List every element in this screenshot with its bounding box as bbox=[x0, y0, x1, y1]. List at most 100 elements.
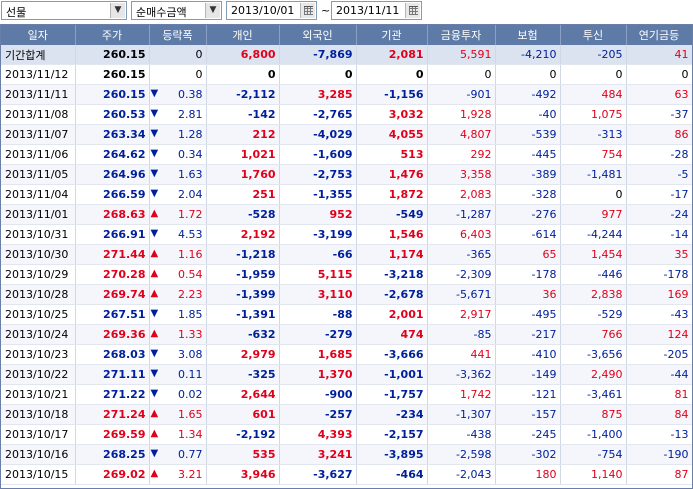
row-ins: -492 bbox=[495, 84, 561, 105]
table-row[interactable]: 2013/11/01 268.63 ▲ 1.72 -528 952 -549 -1,287 -2… bbox=[1, 204, 692, 225]
column-header[interactable]: 기관 bbox=[356, 25, 428, 45]
table-row[interactable]: 2013/11/04 266.59 ▼ 2.04 251 -1,355 1,872 2,083… bbox=[1, 184, 692, 205]
table-row[interactable]: 2013/10/25 267.51 ▼ 1.85 -1,391 -88 2,001 2,917… bbox=[1, 304, 692, 325]
row-date: 기간합계 bbox=[1, 45, 76, 65]
triangle-up-icon: ▲ bbox=[150, 268, 159, 279]
table-row[interactable]: 2013/11/08 260.53 ▼ 2.81 -142 -2,765 3,032 1,92… bbox=[1, 104, 692, 125]
table-row[interactable]: 2013/11/06 264.62 ▼ 0.34 1,021 -1,609 513 292 -4… bbox=[1, 144, 692, 165]
triangle-down-icon: ▼ bbox=[150, 448, 159, 459]
row-gaein: -632 bbox=[206, 324, 280, 345]
triangle-down-icon: ▼ bbox=[150, 148, 159, 159]
row-change: ▲ 3.21 bbox=[149, 464, 207, 485]
calendar-icon[interactable] bbox=[405, 3, 420, 18]
row-fin: -1,307 bbox=[427, 404, 496, 425]
table-row[interactable]: 2013/10/31 266.91 ▼ 4.53 2,192 -3,199 1,546 6,4… bbox=[1, 224, 692, 245]
row-inst: -3,666 bbox=[356, 344, 428, 365]
row-inst: 1,476 bbox=[356, 164, 428, 185]
row-change-value: 2.81 bbox=[178, 108, 203, 121]
row-trust: 2,490 bbox=[560, 364, 627, 385]
chevron-down-icon[interactable]: ▼ bbox=[110, 3, 125, 18]
row-foreign: -279 bbox=[279, 324, 357, 345]
row-pension: -17 bbox=[626, 184, 692, 205]
column-header[interactable]: 개인 bbox=[206, 25, 280, 45]
row-gaein: -325 bbox=[206, 364, 280, 385]
row-pension: -43 bbox=[626, 304, 692, 325]
table-row[interactable]: 2013/11/05 264.96 ▼ 1.63 1,760 -2,753 1,476 3,3… bbox=[1, 164, 692, 185]
row-change: ▲ 2.23 bbox=[149, 284, 207, 305]
column-header[interactable]: 보험 bbox=[495, 25, 561, 45]
row-fin: -1,287 bbox=[427, 204, 496, 225]
row-inst: -549 bbox=[356, 204, 428, 225]
row-gaein: -1,391 bbox=[206, 304, 280, 325]
row-inst: 1,872 bbox=[356, 184, 428, 205]
column-header[interactable]: 등락폭 bbox=[149, 25, 207, 45]
row-ins: -302 bbox=[495, 444, 561, 465]
table-row[interactable]: 2013/10/22 271.11 ▼ 0.11 -325 1,370 -1,001 -3,3… bbox=[1, 364, 692, 385]
table-row[interactable]: 2013/11/07 263.34 ▼ 1.28 212 -4,029 4,055 4,807… bbox=[1, 124, 692, 145]
row-ins: -445 bbox=[495, 144, 561, 165]
triangle-down-icon: ▼ bbox=[150, 128, 159, 139]
triangle-up-icon: ▲ bbox=[150, 468, 159, 479]
row-ins: -178 bbox=[495, 264, 561, 285]
row-change-value: 1.63 bbox=[178, 168, 203, 181]
table-row[interactable]: 2013/10/30 271.44 ▲ 1.16 -1,218 -66 1,174 -365 6… bbox=[1, 244, 692, 265]
table-row[interactable]: 2013/10/15 269.02 ▲ 3.21 3,946 -3,627 -464 -2,0… bbox=[1, 464, 692, 485]
column-header[interactable]: 외국인 bbox=[279, 25, 357, 45]
from-date-field[interactable]: 2013/10/01 bbox=[226, 1, 317, 20]
column-header[interactable]: 투신 bbox=[560, 25, 627, 45]
column-header[interactable]: 주가 bbox=[75, 25, 150, 45]
column-header[interactable]: 금융투자 bbox=[427, 25, 496, 45]
table-row[interactable]: 2013/11/12 260.15 0 0 0 0 0 0 0 0 bbox=[1, 64, 692, 85]
calendar-icon[interactable] bbox=[300, 3, 315, 18]
triangle-down-icon: ▼ bbox=[150, 228, 159, 239]
triangle-up-icon: ▲ bbox=[150, 208, 159, 219]
row-change: ▼ 1.63 bbox=[149, 164, 207, 185]
row-change: ▼ 0.02 bbox=[149, 384, 207, 405]
table-row[interactable]: 2013/10/23 268.03 ▼ 3.08 2,979 1,685 -3,666 441… bbox=[1, 344, 692, 365]
table-row[interactable]: 2013/10/29 270.28 ▲ 0.54 -1,959 5,115 -3,218 -2… bbox=[1, 264, 692, 285]
row-gaein: 0 bbox=[206, 64, 280, 85]
column-header[interactable]: 연기금등 bbox=[626, 25, 692, 45]
investor-grid[interactable]: 일자 주가 등락폭 개인 외국인 기관 금융투자 보험 투신 연기금등 기간합계 260.15 0 6,… bbox=[0, 24, 693, 489]
row-trust: 977 bbox=[560, 204, 627, 225]
row-gaein: 2,192 bbox=[206, 224, 280, 245]
row-pension: -37 bbox=[626, 104, 692, 125]
row-inst: -1,001 bbox=[356, 364, 428, 385]
row-ins: -328 bbox=[495, 184, 561, 205]
row-gaein: -1,959 bbox=[206, 264, 280, 285]
row-foreign: 3,285 bbox=[279, 84, 357, 105]
triangle-down-icon: ▼ bbox=[150, 368, 159, 379]
row-gaein: 2,644 bbox=[206, 384, 280, 405]
to-date-field[interactable]: 2013/11/11 bbox=[331, 1, 422, 20]
row-change-value: 0.02 bbox=[178, 388, 203, 401]
row-fin: 1,928 bbox=[427, 104, 496, 125]
row-date: 2013/10/24 bbox=[1, 324, 76, 345]
market-select[interactable]: 선물 ▼ bbox=[1, 1, 127, 20]
row-price: 271.44 bbox=[75, 244, 150, 265]
row-foreign: -2,765 bbox=[279, 104, 357, 125]
chevron-down-icon[interactable]: ▼ bbox=[205, 3, 220, 18]
table-row[interactable]: 2013/10/17 269.59 ▲ 1.34 -2,192 4,393 -2,157 -4… bbox=[1, 424, 692, 445]
table-row[interactable]: 2013/10/24 269.36 ▲ 1.33 -632 -279 474 -85 -217 7… bbox=[1, 324, 692, 345]
table-row[interactable]: 2013/10/28 269.74 ▲ 2.23 -1,399 3,110 -2,678 -5… bbox=[1, 284, 692, 305]
row-trust: -529 bbox=[560, 304, 627, 325]
row-trust: -313 bbox=[560, 124, 627, 145]
table-row[interactable]: 2013/11/11 260.15 ▼ 0.38 -2,112 3,285 -1,156 -9… bbox=[1, 84, 692, 105]
row-change-value: 1.28 bbox=[178, 128, 203, 141]
mode-select[interactable]: 순매수금액 ▼ bbox=[131, 1, 222, 20]
row-gaein: -142 bbox=[206, 104, 280, 125]
row-ins: -389 bbox=[495, 164, 561, 185]
row-change: ▼ 0.77 bbox=[149, 444, 207, 465]
toolbar: 선물 ▼ 순매수금액 ▼ 2013/10/01 ~ 2013/11/11 bbox=[0, 0, 693, 24]
table-row[interactable]: 2013/10/18 271.24 ▲ 1.65 601 -257 -234 -1,307 -1… bbox=[1, 404, 692, 425]
summary-row[interactable]: 기간합계 260.15 0 6,800 -7,869 2,081 5,591 -4,210 -2… bbox=[1, 45, 692, 65]
column-header[interactable]: 일자 bbox=[1, 25, 76, 45]
row-price: 271.11 bbox=[75, 364, 150, 385]
row-trust: 1,140 bbox=[560, 464, 627, 485]
row-price: 268.03 bbox=[75, 344, 150, 365]
row-trust: -3,461 bbox=[560, 384, 627, 405]
table-row[interactable]: 2013/10/16 268.25 ▼ 0.77 535 3,241 -3,895 -2,59… bbox=[1, 444, 692, 465]
row-inst: -1,156 bbox=[356, 84, 428, 105]
table-row[interactable]: 2013/10/21 271.22 ▼ 0.02 2,644 -900 -1,757 1,74… bbox=[1, 384, 692, 405]
row-pension: -44 bbox=[626, 364, 692, 385]
